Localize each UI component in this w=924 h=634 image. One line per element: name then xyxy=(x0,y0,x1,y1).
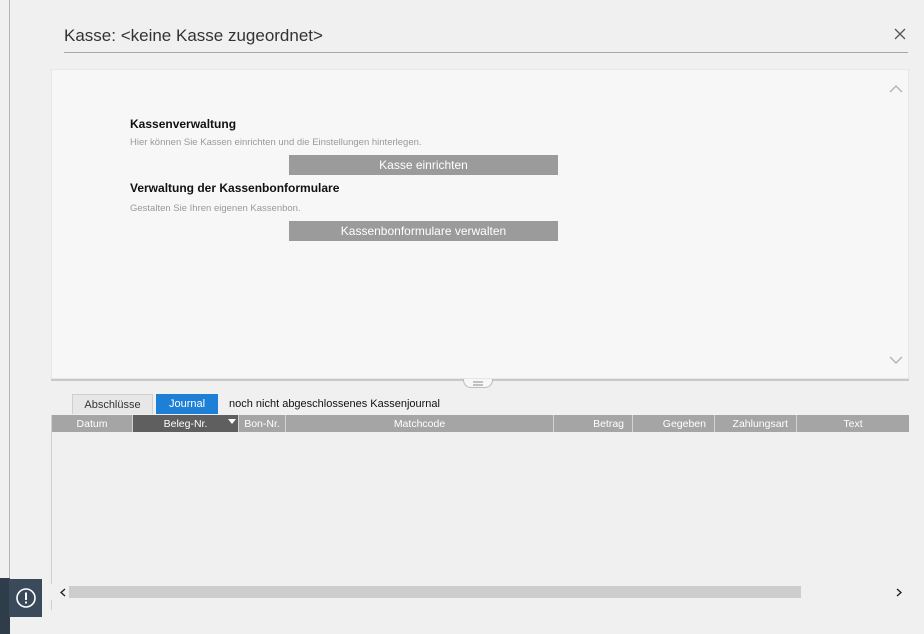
journal-status-text: noch nicht abgeschlossenes Kassenjournal xyxy=(229,398,440,410)
scrollbar-thumb[interactable] xyxy=(69,586,801,598)
close-icon xyxy=(894,28,906,40)
window-title: Kasse: <keine Kasse zugeordnet> xyxy=(64,26,323,45)
section-heading-kassenverwaltung: Kassenverwaltung xyxy=(130,117,237,131)
cash-register-settings-panel: Kassenverwaltung Hier können Sie Kassen … xyxy=(51,69,909,379)
column-header-text[interactable]: Text xyxy=(797,415,909,432)
kasse-window: Kasse: <keine Kasse zugeordnet> Kassenve… xyxy=(0,0,924,634)
info-button[interactable] xyxy=(9,579,42,617)
column-header-beleg-nr[interactable]: Beleg-Nr. xyxy=(133,415,239,432)
horizontal-scrollbar[interactable] xyxy=(51,584,909,600)
scroll-right-button[interactable] xyxy=(891,584,907,600)
tab-journal[interactable]: Journal xyxy=(156,394,218,414)
kassenbonformulare-verwalten-button[interactable]: Kassenbonformulare verwalten xyxy=(289,221,558,241)
chevron-left-icon xyxy=(60,587,66,597)
tab-abschluesse[interactable]: Abschlüsse xyxy=(72,394,153,414)
table-header: Datum Beleg-Nr. Bon-Nr. Matchcode Betrag… xyxy=(52,415,909,432)
close-button[interactable] xyxy=(890,24,910,44)
info-icon xyxy=(15,588,36,608)
chevron-down-icon xyxy=(889,356,903,364)
drag-handle-icon xyxy=(473,381,483,385)
kasse-einrichten-button[interactable]: Kasse einrichten xyxy=(289,155,558,175)
section-heading-kassenbonformulare: Verwaltung der Kassenbonformulare xyxy=(130,181,340,195)
journal-table: Datum Beleg-Nr. Bon-Nr. Matchcode Betrag… xyxy=(51,415,909,610)
title-divider xyxy=(64,52,908,53)
column-header-bon-nr[interactable]: Bon-Nr. xyxy=(239,415,286,432)
section-description-kassenverwaltung: Hier können Sie Kassen einrichten und di… xyxy=(130,137,422,148)
column-header-gegeben[interactable]: Gegeben xyxy=(633,415,715,432)
splitter-handle[interactable] xyxy=(463,379,493,388)
column-header-matchcode[interactable]: Matchcode xyxy=(286,415,554,432)
column-header-betrag[interactable]: Betrag xyxy=(554,415,633,432)
column-header-label: Beleg-Nr. xyxy=(163,417,208,430)
sort-descending-icon xyxy=(228,419,236,424)
chevron-right-icon xyxy=(896,587,902,597)
column-header-datum[interactable]: Datum xyxy=(52,415,133,432)
section-description-kassenbonformulare: Gestalten Sie Ihren eigenen Kassenbon. xyxy=(130,203,301,214)
column-header-zahlungsart[interactable]: Zahlungsart xyxy=(715,415,797,432)
left-sidebar-background xyxy=(0,0,10,578)
chevron-up-icon xyxy=(889,85,903,93)
panel-scroll-down-button[interactable] xyxy=(888,353,904,367)
panel-scroll-up-button[interactable] xyxy=(888,82,904,96)
